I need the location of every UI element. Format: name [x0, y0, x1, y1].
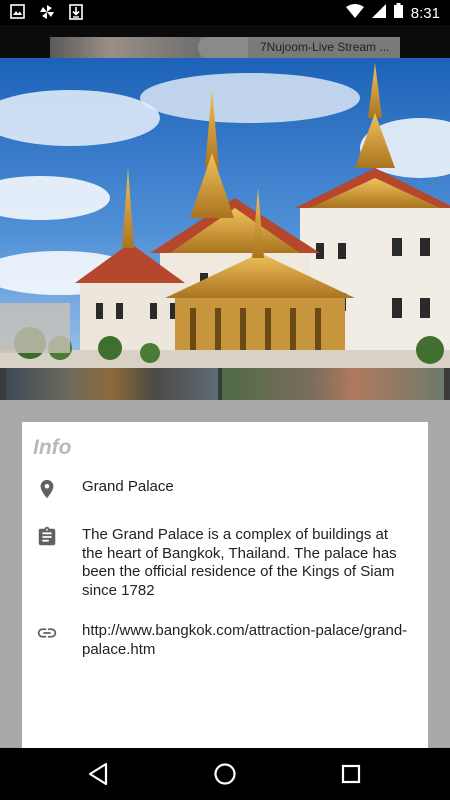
info-dialog: Info Grand Palace The Grand Palace is a … — [22, 422, 428, 748]
image-notification-icon — [10, 4, 25, 25]
navigation-bar — [0, 748, 450, 800]
thumbnail-strip[interactable] — [0, 368, 450, 400]
hero-image[interactable] — [0, 58, 450, 368]
recents-button[interactable] — [336, 760, 366, 788]
ad-thumbnail — [50, 37, 200, 58]
thumbnail[interactable] — [222, 368, 444, 400]
home-icon — [214, 763, 236, 785]
back-icon — [88, 762, 108, 786]
wifi-icon — [345, 3, 364, 23]
cell-signal-icon — [371, 3, 386, 23]
status-bar: 8:31 — [0, 0, 450, 25]
thumbnail[interactable] — [6, 368, 218, 400]
pinwheel-app-icon — [39, 4, 55, 25]
download-icon — [69, 4, 83, 25]
home-button[interactable] — [210, 760, 240, 788]
ad-content[interactable]: 7Nujoom-Live Stream ... — [50, 37, 400, 58]
place-url-link[interactable]: http://www.bangkok.com/attraction-palace… — [82, 622, 412, 659]
info-heading: Info — [33, 436, 72, 459]
link-icon — [36, 622, 58, 644]
back-button[interactable] — [84, 760, 114, 788]
location-name: Grand Palace — [82, 478, 174, 495]
battery-icon — [393, 3, 403, 23]
ad-title: 7Nujoom-Live Stream ... — [260, 40, 390, 54]
location-pin-icon — [36, 478, 58, 500]
clock: 8:31 — [410, 4, 440, 22]
recents-icon — [341, 764, 361, 784]
ad-logo — [198, 37, 248, 58]
place-description: The Grand Palace is a complex of buildin… — [82, 526, 397, 599]
ad-banner[interactable]: 7Nujoom-Live Stream ... — [0, 25, 450, 58]
clipboard-icon — [36, 526, 58, 548]
grand-palace-photo — [0, 58, 450, 368]
